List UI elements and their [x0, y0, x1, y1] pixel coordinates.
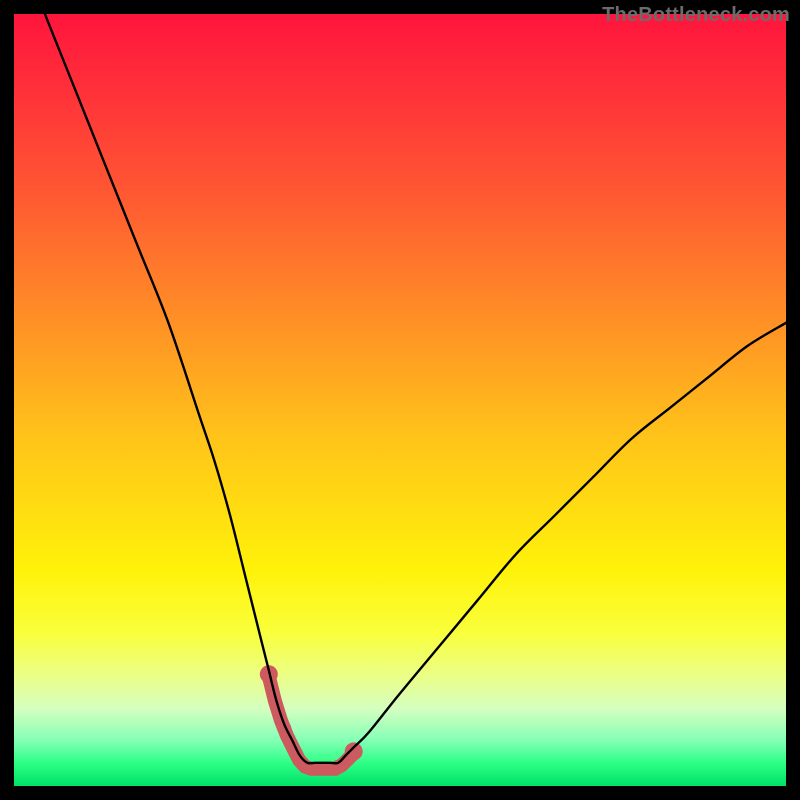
chart-frame: TheBottleneck.com	[0, 0, 800, 800]
plot-area	[14, 14, 786, 786]
flat-region-dot	[345, 742, 363, 760]
curve-path	[45, 14, 786, 763]
bottleneck-curve-svg	[14, 14, 786, 786]
flat-bottom-highlight	[260, 665, 363, 774]
